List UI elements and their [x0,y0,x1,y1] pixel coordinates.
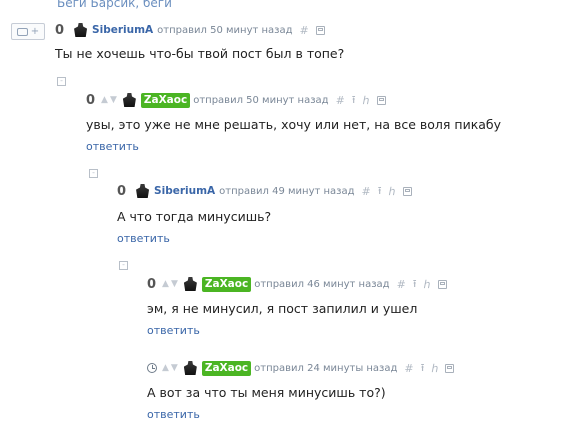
comment-author[interactable]: ZaXaoc [201,360,252,376]
avatar[interactable] [74,23,88,37]
comment-text: эм, я не минусил, я пост запилил и ушел [147,301,418,316]
comment-timestamp: отправил 49 минут назад [219,185,355,197]
hash-icon[interactable]: # [397,278,406,291]
hash-icon[interactable]: # [362,185,371,198]
hash-icon[interactable]: # [300,24,309,37]
clock-icon [147,363,157,373]
comment-icon [16,27,28,36]
save-icon[interactable] [437,279,447,289]
comment-author[interactable]: ZaXaoc [140,92,191,108]
branch-icon[interactable]: ℎ [424,278,431,291]
comment-rating: 0 [147,276,157,292]
parent-comment-icon[interactable]: ⭱ [352,91,356,110]
comment-text: увы, это уже не мне решать, хочу или нет… [86,117,502,132]
comment-meta: 0 SiberiumA отправил 49 минут назад # ⭱ … [117,183,412,199]
reply-link[interactable]: ответить [147,408,200,421]
parent-comment-icon[interactable]: ⭱ [421,359,425,378]
upvote-icon[interactable]: ▲ [162,363,169,373]
branch-icon[interactable]: ℎ [432,362,439,375]
parent-comment-icon[interactable]: ⭱ [413,275,417,294]
comment-text: А что тогда минусишь? [117,209,272,224]
avatar[interactable] [136,184,150,198]
save-icon[interactable] [315,25,325,35]
collapse-toggle[interactable]: - [89,169,98,178]
comment-meta: 0 ▲ ▼ ZaXaoc отправил 50 минут назад # ⭱… [86,92,386,108]
comment-text: А вот за что ты меня минусишь то?) [147,385,386,400]
comment-rating: 0 [55,22,65,38]
comment-rating: 0 [117,183,127,199]
hash-icon[interactable]: # [404,362,413,375]
avatar[interactable] [183,277,197,291]
branch-icon[interactable]: ℎ [389,185,396,198]
save-icon[interactable] [445,363,455,373]
downvote-icon[interactable]: ▼ [171,363,178,373]
comment-meta: 0 ▲ ▼ ZaXaoc отправил 46 минут назад # ⭱… [147,276,447,292]
upvote-icon[interactable]: ▲ [101,95,108,105]
comment-author[interactable]: SiberiumA [92,24,153,36]
downvote-icon[interactable]: ▼ [110,95,117,105]
comment-meta: ▲ ▼ ZaXaoc отправил 24 минуты назад # ⭱ … [147,359,455,378]
save-icon[interactable] [402,186,412,196]
parent-comment-icon[interactable]: ⭱ [378,182,382,201]
reply-link[interactable]: ответить [147,324,200,337]
hash-icon[interactable]: # [336,94,345,107]
avatar[interactable] [122,93,136,107]
downvote-icon[interactable]: ▼ [171,279,178,289]
comment-timestamp: отправил 46 минут назад [254,278,390,290]
save-icon[interactable] [376,95,386,105]
add-comment-button[interactable]: + [11,23,45,40]
comment-timestamp: отправил 50 минут назад [157,24,293,36]
comment-meta: 0 SiberiumA отправил 50 минут назад # [55,22,325,38]
comment-timestamp: отправил 24 минуты назад [254,362,398,374]
comment-author[interactable]: SiberiumA [154,185,215,197]
comment-rating: 0 [86,92,96,108]
plus-icon: + [30,26,40,37]
branch-icon[interactable]: ℎ [363,94,370,107]
reply-link[interactable]: ответить [86,140,139,153]
collapse-toggle[interactable]: - [119,261,128,270]
upvote-icon[interactable]: ▲ [162,279,169,289]
comment-timestamp: отправил 50 минут назад [193,94,329,106]
comment-text: Ты не хочешь что-бы твой пост был в топе… [55,46,345,61]
reply-link[interactable]: ответить [117,232,170,245]
comment-author[interactable]: ZaXaoc [201,276,252,292]
post-title-link[interactable]: Беги Барсик, беги [57,0,172,10]
collapse-toggle[interactable]: - [57,77,66,86]
avatar[interactable] [183,361,197,375]
